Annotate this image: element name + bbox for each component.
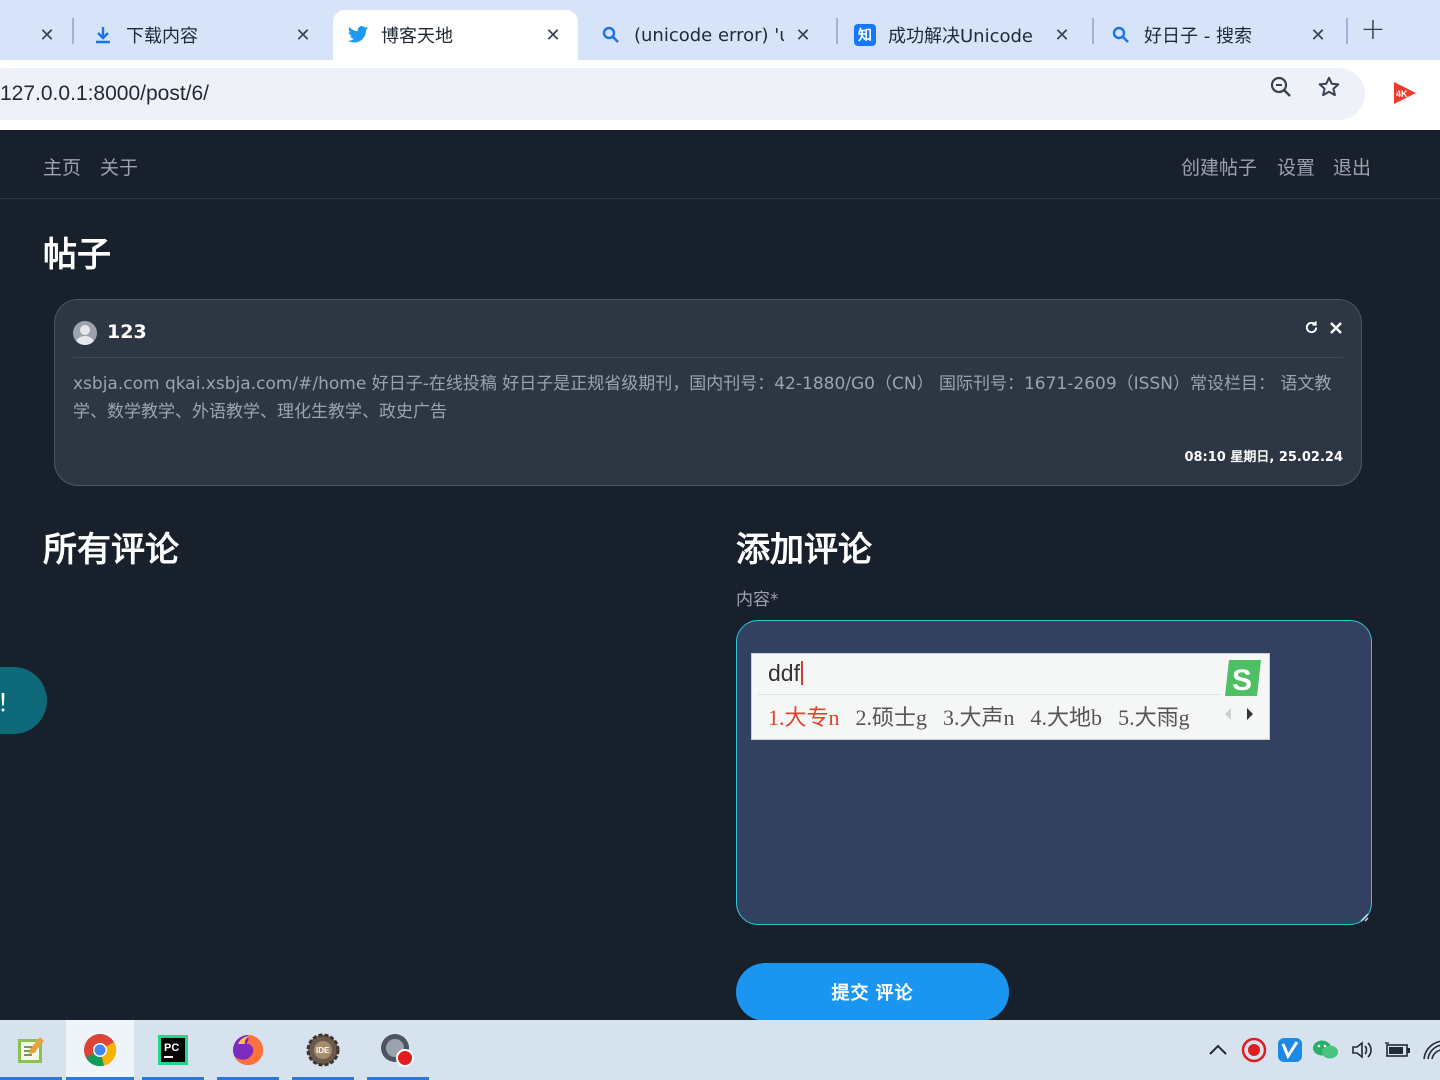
bird-icon [347,24,369,46]
tab-close-icon[interactable]: ✕ [1305,22,1331,48]
windows-taskbar: PC IDE [0,1020,1440,1080]
ime-candidate-list: 1.大专n 2.硕士g 3.大声n 4.大地b 5.大雨g [768,700,1190,732]
card-divider [73,357,1343,358]
floating-tab-text: 1！ [0,683,21,718]
firefox-app-icon[interactable] [217,1020,279,1080]
comments-heading: 所有评论 [43,530,179,570]
post-body: xsbja.com qkai.xsbja.com/#/home 好日子-在线投稿… [73,374,1332,422]
record-indicator-icon[interactable] [1240,1036,1268,1064]
download-icon [92,24,114,46]
tab-unicode-error[interactable]: (unicode error) 'u ✕ [588,10,828,60]
bookmark-star-icon[interactable] [1316,74,1342,100]
nav-home-link[interactable]: 主页 [43,153,81,180]
video-extension-icon[interactable]: 4K [1390,79,1418,107]
recorder-app-icon[interactable] [367,1020,429,1080]
tab-title: 下载内容 [126,26,198,47]
wifi-icon[interactable] [1420,1036,1440,1064]
tab-separator [1092,18,1094,44]
url-text[interactable]: 127.0.0.1:8000/post/6/ [0,82,209,106]
nav-settings-link[interactable]: 设置 [1277,153,1315,180]
ime-composition: ddf [768,660,803,687]
tab-close-icon[interactable]: ✕ [34,22,60,48]
ime-pager [1223,706,1255,725]
ime-candidate[interactable]: 2.硕士g [856,700,928,732]
browser-tab-strip: ✕ 下载内容 ✕ 博客天地 ✕ (unicode error) 'u ✕ 知 成… [0,0,1440,60]
content-field-label: 内容* [736,590,779,610]
ide-app-icon[interactable]: IDE [292,1020,354,1080]
ime-next-page-icon[interactable] [1245,706,1255,725]
submit-comment-button[interactable]: 提交 评论 [736,963,1009,1021]
post-card: 123 xsbja.com qkai.xsbja.com/#/home 好日子-… [54,299,1362,486]
nav-create-post-link[interactable]: 创建帖子 [1181,153,1257,180]
svg-text:PC: PC [164,1042,179,1054]
search-icon [1110,24,1132,46]
chevron-up-icon[interactable] [1204,1036,1232,1064]
add-comment-heading: 添加评论 [736,530,872,570]
tab-title: 成功解决Unicode [888,26,1033,47]
tab-zhihu[interactable]: 知 成功解决Unicode ✕ [842,10,1087,60]
tab-title: (unicode error) 'u [634,24,784,46]
tab-separator [1346,18,1348,44]
post-actions [1304,320,1343,339]
tab-downloads[interactable]: 下载内容 ✕ [78,10,328,60]
tab-separator [72,18,74,44]
chrome-app-icon[interactable] [66,1020,134,1080]
tab-close-icon[interactable]: ✕ [290,22,316,48]
nav-logout-link[interactable]: 退出 [1333,153,1371,180]
ime-candidate[interactable]: 4.大地b [1031,700,1103,732]
ime-candidate[interactable]: 5.大雨g [1118,700,1190,732]
ime-prev-page-icon[interactable] [1223,706,1233,725]
tab-close-icon[interactable]: ✕ [540,22,566,48]
post-heading: 帖子 [43,235,111,275]
battery-icon[interactable] [1384,1036,1412,1064]
checkmark-app-icon[interactable] [1276,1036,1304,1064]
ime-separator [758,694,1221,695]
tab-title: 博客天地 [381,26,453,47]
search-icon [600,24,622,46]
nav-about-link[interactable]: 关于 [100,153,138,180]
zoom-icon[interactable] [1268,74,1294,100]
extension-badge-text: 4K [1396,89,1408,99]
ime-candidate-window: ddf 1.大专n 2.硕士g 3.大声n 4.大地b 5.大雨g S [751,653,1270,740]
post-timestamp: 08:10 星期日, 25.02.24 [1184,450,1343,465]
speaker-icon[interactable] [1348,1036,1376,1064]
svg-text:IDE: IDE [316,1046,330,1055]
floating-tab[interactable]: 1！ [0,667,47,734]
notepad-app-icon[interactable] [0,1020,62,1080]
address-bar[interactable]: 127.0.0.1:8000/post/6/ [0,68,1365,120]
avatar [73,321,97,345]
svg-text:S: S [1232,664,1252,697]
tab-partial[interactable]: ✕ [0,10,72,60]
refresh-icon[interactable] [1304,320,1319,339]
tab-search[interactable]: 好日子 - 搜索 ✕ [1098,10,1343,60]
tab-blog[interactable]: 博客天地 ✕ [333,10,578,60]
new-tab-button[interactable]: + [1358,12,1388,47]
site-navbar: 主页 关于 创建帖子 设置 退出 [0,131,1440,199]
tab-title: 好日子 - 搜索 [1144,26,1252,47]
tab-separator [836,18,838,44]
zhihu-icon: 知 [854,24,876,46]
sogou-logo-icon: S [1225,660,1261,697]
tab-close-icon[interactable]: ✕ [790,22,816,48]
ime-candidate[interactable]: 3.大声n [943,700,1015,732]
post-author: 123 [107,321,147,343]
ime-candidate[interactable]: 1.大专n [768,700,840,732]
delete-icon[interactable] [1329,320,1343,339]
browser-toolbar: 127.0.0.1:8000/post/6/ 4K [0,60,1440,130]
wechat-icon[interactable] [1312,1036,1340,1064]
pycharm-app-icon[interactable]: PC [142,1020,204,1080]
resize-handle-icon[interactable] [1357,910,1369,922]
tab-close-icon[interactable]: ✕ [1049,22,1075,48]
